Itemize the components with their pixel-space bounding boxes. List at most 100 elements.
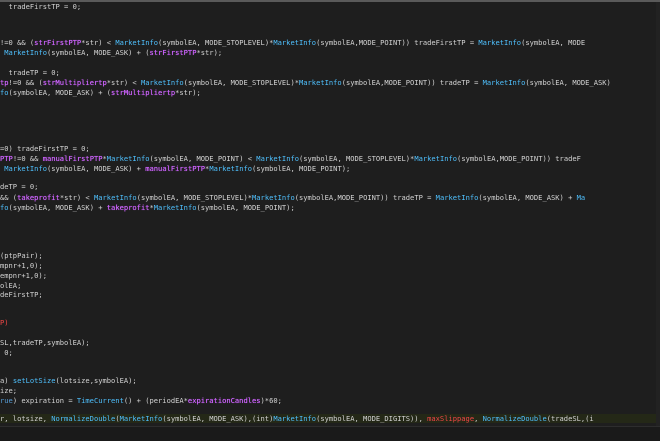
code-line[interactable]: deTP = 0; — [0, 182, 656, 191]
code-token: && ( — [0, 193, 18, 202]
code-token: (symbolEA, MODE_STOPLEVEL)* — [136, 193, 253, 202]
code-token: strFirstPTP — [34, 38, 82, 47]
code-token: *str) < — [106, 78, 141, 87]
code-token: P) — [0, 318, 9, 327]
code-token: a) — [0, 376, 13, 385]
code-line[interactable]: 0; — [0, 348, 656, 357]
code-line[interactable]: && (takeprofit*str) < MarketInfo(symbolE… — [0, 193, 656, 202]
code-line[interactable]: empnr+1,0); — [0, 271, 656, 280]
code-token: (symbolEA, MODE_ASK) + — [8, 203, 107, 212]
code-token: MarketInfo — [106, 154, 150, 163]
code-token: )*60; — [260, 396, 282, 405]
code-line[interactable]: SL,tradeTP,symbolEA); — [0, 338, 656, 347]
code-line[interactable]: tradeFirstTP = 0; — [0, 2, 656, 11]
code-token: r, lotsize, — [0, 414, 52, 423]
code-token: (symbolEA, MODE — [521, 38, 586, 47]
code-token: MarketInfo — [153, 203, 197, 212]
code-token: NormalizeDouble — [51, 414, 116, 423]
code-token: MarketInfo — [140, 78, 184, 87]
code-token: (symbolEA, MODE_POINT); — [252, 164, 351, 173]
code-token: (symbolEA, MODE_ASK) + ( — [8, 88, 112, 97]
code-token: MarketInfo — [93, 193, 137, 202]
code-token: (lotsize,symbolEA); — [55, 376, 137, 385]
code-token: MarketInfo — [4, 48, 47, 57]
code-line[interactable]: deFirstTP; — [0, 290, 656, 299]
code-token: strMultipliertp — [42, 78, 107, 87]
code-token: (symbolEA, MODE_ASK) — [525, 78, 611, 87]
code-line[interactable]: PTP!=0 && manualFirstPTP*MarketInfo(symb… — [0, 154, 656, 163]
code-token: , — [474, 414, 483, 423]
code-token: (symbolEA,MODE_POINT)) tradeTP = — [341, 78, 483, 87]
code-token: () + (periodEA* — [123, 396, 188, 405]
code-line[interactable]: fo(symbolEA, MODE_ASK) + takeprofit*Mark… — [0, 203, 656, 212]
code-line[interactable]: rue) expiration = TimeCurrent() + (perio… — [0, 396, 656, 405]
code-token: 0; — [0, 348, 13, 357]
code-editor[interactable]: tradeFirstTP = 0; !=0 && (strFirstPTP*str… — [0, 2, 660, 426]
code-line[interactable]: tradeTP = 0; — [0, 68, 656, 77]
code-token: fo — [0, 88, 9, 97]
code-token: MarketInfo — [435, 193, 479, 202]
code-token: setLotSize — [12, 376, 56, 385]
code-token: !=0 && — [12, 154, 43, 163]
code-token: (symbolEA, MODE_ASK) + — [478, 193, 577, 202]
code-token: !=0 && ( — [0, 38, 35, 47]
code-line[interactable]: P) — [0, 318, 656, 327]
code-token: (symbolEA, MODE_STOPLEVEL)* — [299, 154, 415, 163]
code-token: olEA; — [0, 281, 22, 290]
code-token: rue — [0, 396, 13, 405]
code-token: tradeTP = 0; — [0, 68, 60, 77]
code-token: mpnr+1,0); — [0, 261, 43, 270]
code-token: takeprofit — [106, 203, 150, 212]
code-token: (symbolEA,MODE_POINT)) tradeFirstTP = — [316, 38, 479, 47]
code-line[interactable]: !=0 && (strFirstPTP*str) < MarketInfo(sy… — [0, 38, 656, 47]
code-token: (symbolEA, MODE_POINT); — [196, 203, 295, 212]
code-token: MarketInfo — [414, 154, 458, 163]
code-token: deFirstTP; — [0, 290, 43, 299]
code-line[interactable]: MarketInfo(symbolEA, MODE_ASK) + (strFir… — [0, 48, 656, 57]
code-line[interactable]: fo(symbolEA, MODE_ASK) + (strMultipliert… — [0, 88, 656, 97]
code-line[interactable]: r, lotsize, NormalizeDouble(MarketInfo(s… — [0, 414, 656, 423]
code-token: =0) tradeFirstTP = 0; — [0, 144, 90, 153]
code-token: (tradeSL,(i — [546, 414, 594, 423]
code-token: ) expiration = — [12, 396, 77, 405]
code-line[interactable]: tp!=0 && (strMultipliertp*str) < MarketI… — [0, 78, 656, 87]
code-token: (ptpPair); — [0, 251, 43, 260]
code-token: MarketInfo — [256, 154, 300, 163]
code-token: MarketInfo — [119, 414, 163, 423]
code-token: (symbolEA, MODE_ASK),(int) — [162, 414, 274, 423]
code-line[interactable]: a) setLotSize(lotsize,symbolEA); — [0, 376, 656, 385]
code-token: (symbolEA,MODE_POINT)) tradeF — [457, 154, 581, 163]
code-token: MarketInfo — [273, 38, 317, 47]
code-line[interactable]: =0) tradeFirstTP = 0; — [0, 144, 656, 153]
code-token: ize; — [0, 386, 18, 395]
code-token: fo — [0, 203, 9, 212]
editor-bottom-strip — [0, 426, 660, 441]
code-token: tp — [0, 78, 9, 87]
code-token: strFirstPTP — [149, 48, 197, 57]
code-token: manualFirstPTP — [145, 164, 206, 173]
code-token: *str) < — [81, 38, 116, 47]
code-token: *str); — [175, 88, 201, 97]
code-token: PTP — [0, 154, 13, 163]
code-token: MarketInfo — [298, 78, 342, 87]
code-token: takeprofit — [17, 193, 60, 202]
code-token: SL,tradeTP,symbolEA); — [0, 338, 90, 347]
code-token: MarketInfo — [482, 78, 526, 87]
code-token: empnr+1,0); — [0, 271, 47, 280]
code-line[interactable]: mpnr+1,0); — [0, 261, 656, 270]
code-token: *str) < — [59, 193, 94, 202]
code-line[interactable]: ize; — [0, 386, 656, 395]
code-token: MarketInfo — [478, 38, 522, 47]
code-token: TimeCurrent — [76, 396, 124, 405]
code-token: MarketInfo — [273, 414, 317, 423]
code-token: (symbolEA, MODE_ASK) + — [47, 164, 146, 173]
code-line[interactable]: olEA; — [0, 281, 656, 290]
code-line[interactable]: MarketInfo(symbolEA, MODE_ASK) + manualF… — [0, 164, 656, 173]
code-line[interactable]: (ptpPair); — [0, 251, 656, 260]
code-token: !=0 && ( — [8, 78, 43, 87]
vertical-scrollbar[interactable] — [656, 2, 660, 426]
code-token: deTP = 0; — [0, 182, 39, 191]
code-token: MarketInfo — [252, 193, 295, 202]
code-token: *str); — [196, 48, 223, 57]
code-token: NormalizeDouble — [482, 414, 547, 423]
